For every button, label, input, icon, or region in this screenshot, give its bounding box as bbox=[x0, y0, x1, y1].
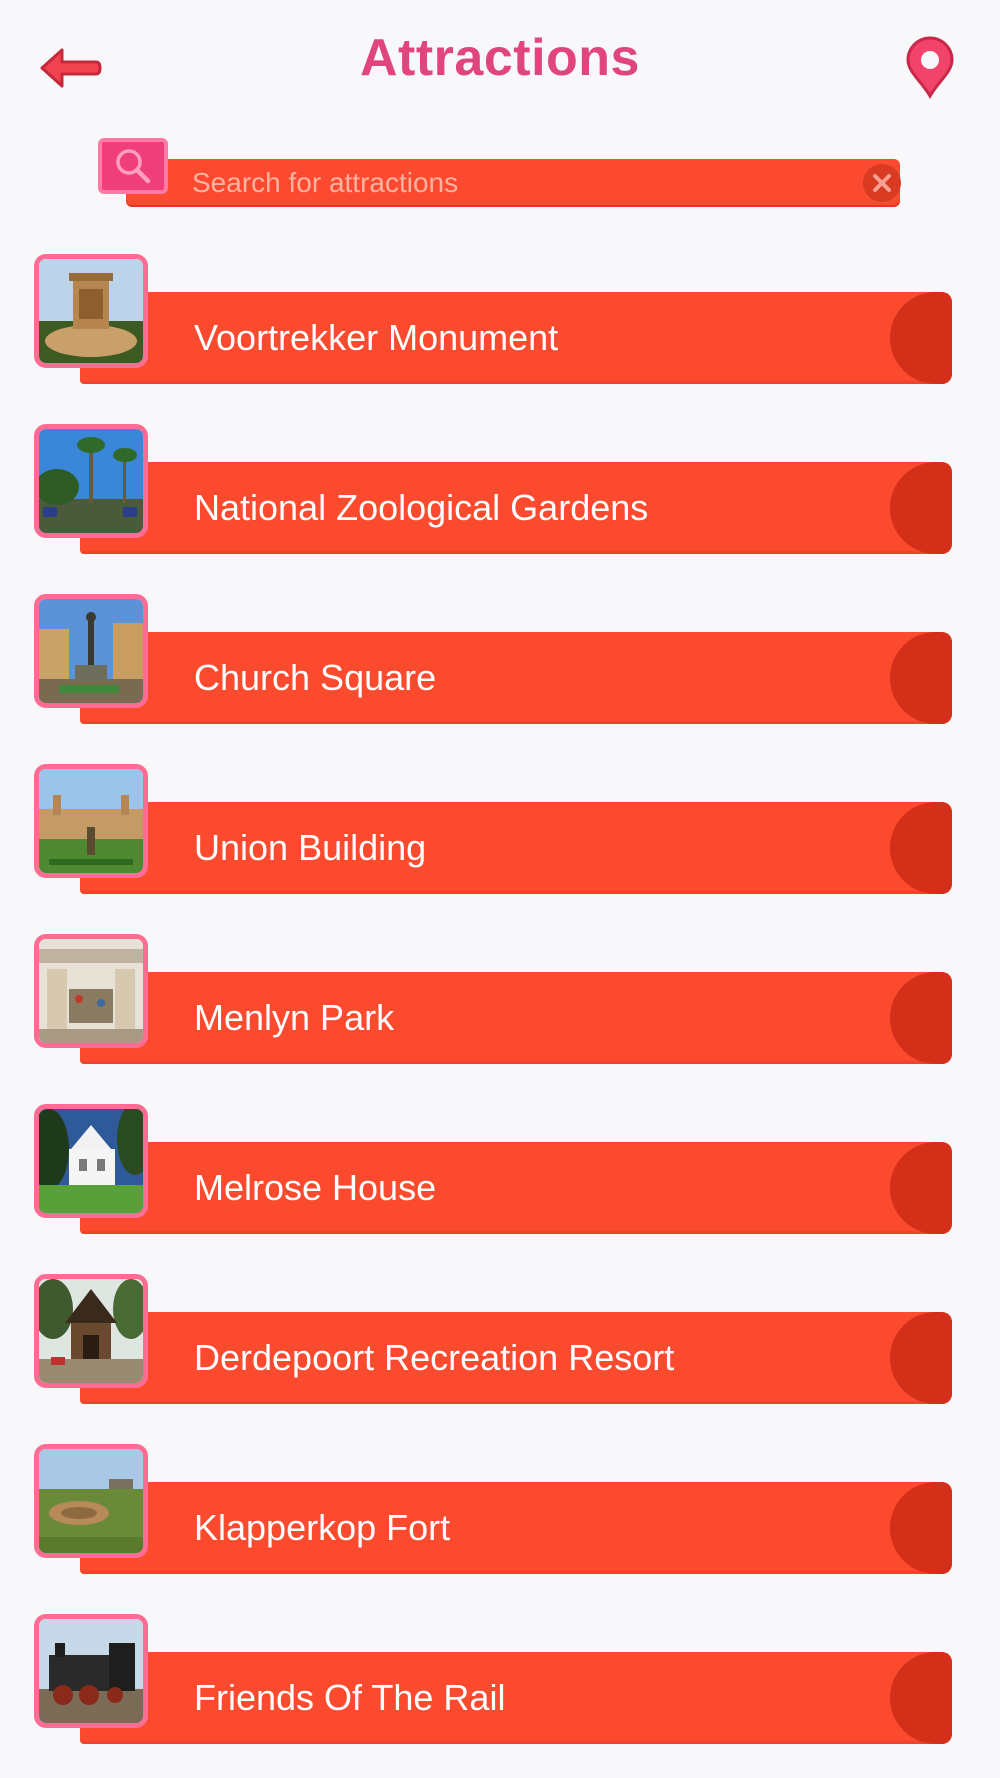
attraction-thumbnail bbox=[34, 1274, 148, 1388]
list-item[interactable]: Melrose House bbox=[0, 1100, 1000, 1236]
list-item-label: Menlyn Park bbox=[194, 997, 395, 1038]
attraction-thumbnail bbox=[34, 254, 148, 368]
list-item-label: Klapperkop Fort bbox=[194, 1507, 451, 1548]
church-square-photo bbox=[39, 599, 143, 703]
list-item-label: Derdepoort Recreation Resort bbox=[194, 1337, 675, 1378]
menlyn-mall-photo bbox=[39, 939, 143, 1043]
list-item-label: Melrose House bbox=[194, 1167, 437, 1208]
app-header: Attractions bbox=[0, 0, 1000, 130]
list-item-label: Union Building bbox=[194, 827, 427, 868]
attraction-thumbnail bbox=[34, 1614, 148, 1728]
attraction-thumbnail bbox=[34, 1444, 148, 1558]
resort-lodge-photo bbox=[39, 1279, 143, 1383]
item-bar-cap bbox=[890, 1482, 952, 1574]
list-item[interactable]: National Zoological Gardens bbox=[0, 420, 1000, 556]
attraction-thumbnail bbox=[34, 934, 148, 1048]
clear-search-button[interactable] bbox=[863, 164, 901, 202]
list-item[interactable]: Union Building bbox=[0, 760, 1000, 896]
zoo-gates-photo bbox=[39, 429, 143, 533]
close-icon bbox=[873, 174, 891, 192]
list-item[interactable]: Klapperkop Fort bbox=[0, 1440, 1000, 1576]
list-item[interactable]: Church Square bbox=[0, 590, 1000, 726]
item-bar-cap bbox=[890, 972, 952, 1064]
search-bar bbox=[98, 138, 904, 218]
attraction-thumbnail bbox=[34, 764, 148, 878]
attraction-thumbnail bbox=[34, 1104, 148, 1218]
map-pin-icon bbox=[906, 36, 954, 100]
search-button[interactable] bbox=[98, 138, 168, 194]
union-building-photo bbox=[39, 769, 143, 873]
item-bar-cap bbox=[890, 1312, 952, 1404]
item-bar-cap bbox=[890, 802, 952, 894]
page-title: Attractions bbox=[360, 29, 640, 87]
list-item[interactable]: Derdepoort Recreation Resort bbox=[0, 1270, 1000, 1406]
list-item[interactable]: Friends Of The Rail bbox=[0, 1610, 1000, 1746]
attraction-thumbnail bbox=[34, 424, 148, 538]
item-bar-cap bbox=[890, 1652, 952, 1744]
klapperkop-fort-photo bbox=[39, 1449, 143, 1553]
item-bar-cap bbox=[890, 1142, 952, 1234]
list-item-label: Voortrekker Monument bbox=[194, 317, 559, 358]
item-bar-cap bbox=[890, 632, 952, 724]
list-item-label: Friends Of The Rail bbox=[194, 1677, 506, 1718]
voortrekker-monument-photo bbox=[39, 259, 143, 363]
list-item-label: Church Square bbox=[194, 657, 437, 698]
list-item-label: National Zoological Gardens bbox=[194, 487, 649, 528]
list-item[interactable]: Menlyn Park bbox=[0, 930, 1000, 1066]
attraction-thumbnail bbox=[34, 594, 148, 708]
search-icon bbox=[116, 149, 151, 184]
list-item[interactable]: Voortrekker Monument bbox=[0, 250, 1000, 386]
item-bar-cap bbox=[890, 462, 952, 554]
location-button[interactable] bbox=[904, 36, 956, 100]
melrose-house-photo bbox=[39, 1109, 143, 1213]
steam-train-photo bbox=[39, 1619, 143, 1723]
item-bar-cap bbox=[890, 292, 952, 384]
search-input[interactable] bbox=[190, 160, 834, 206]
